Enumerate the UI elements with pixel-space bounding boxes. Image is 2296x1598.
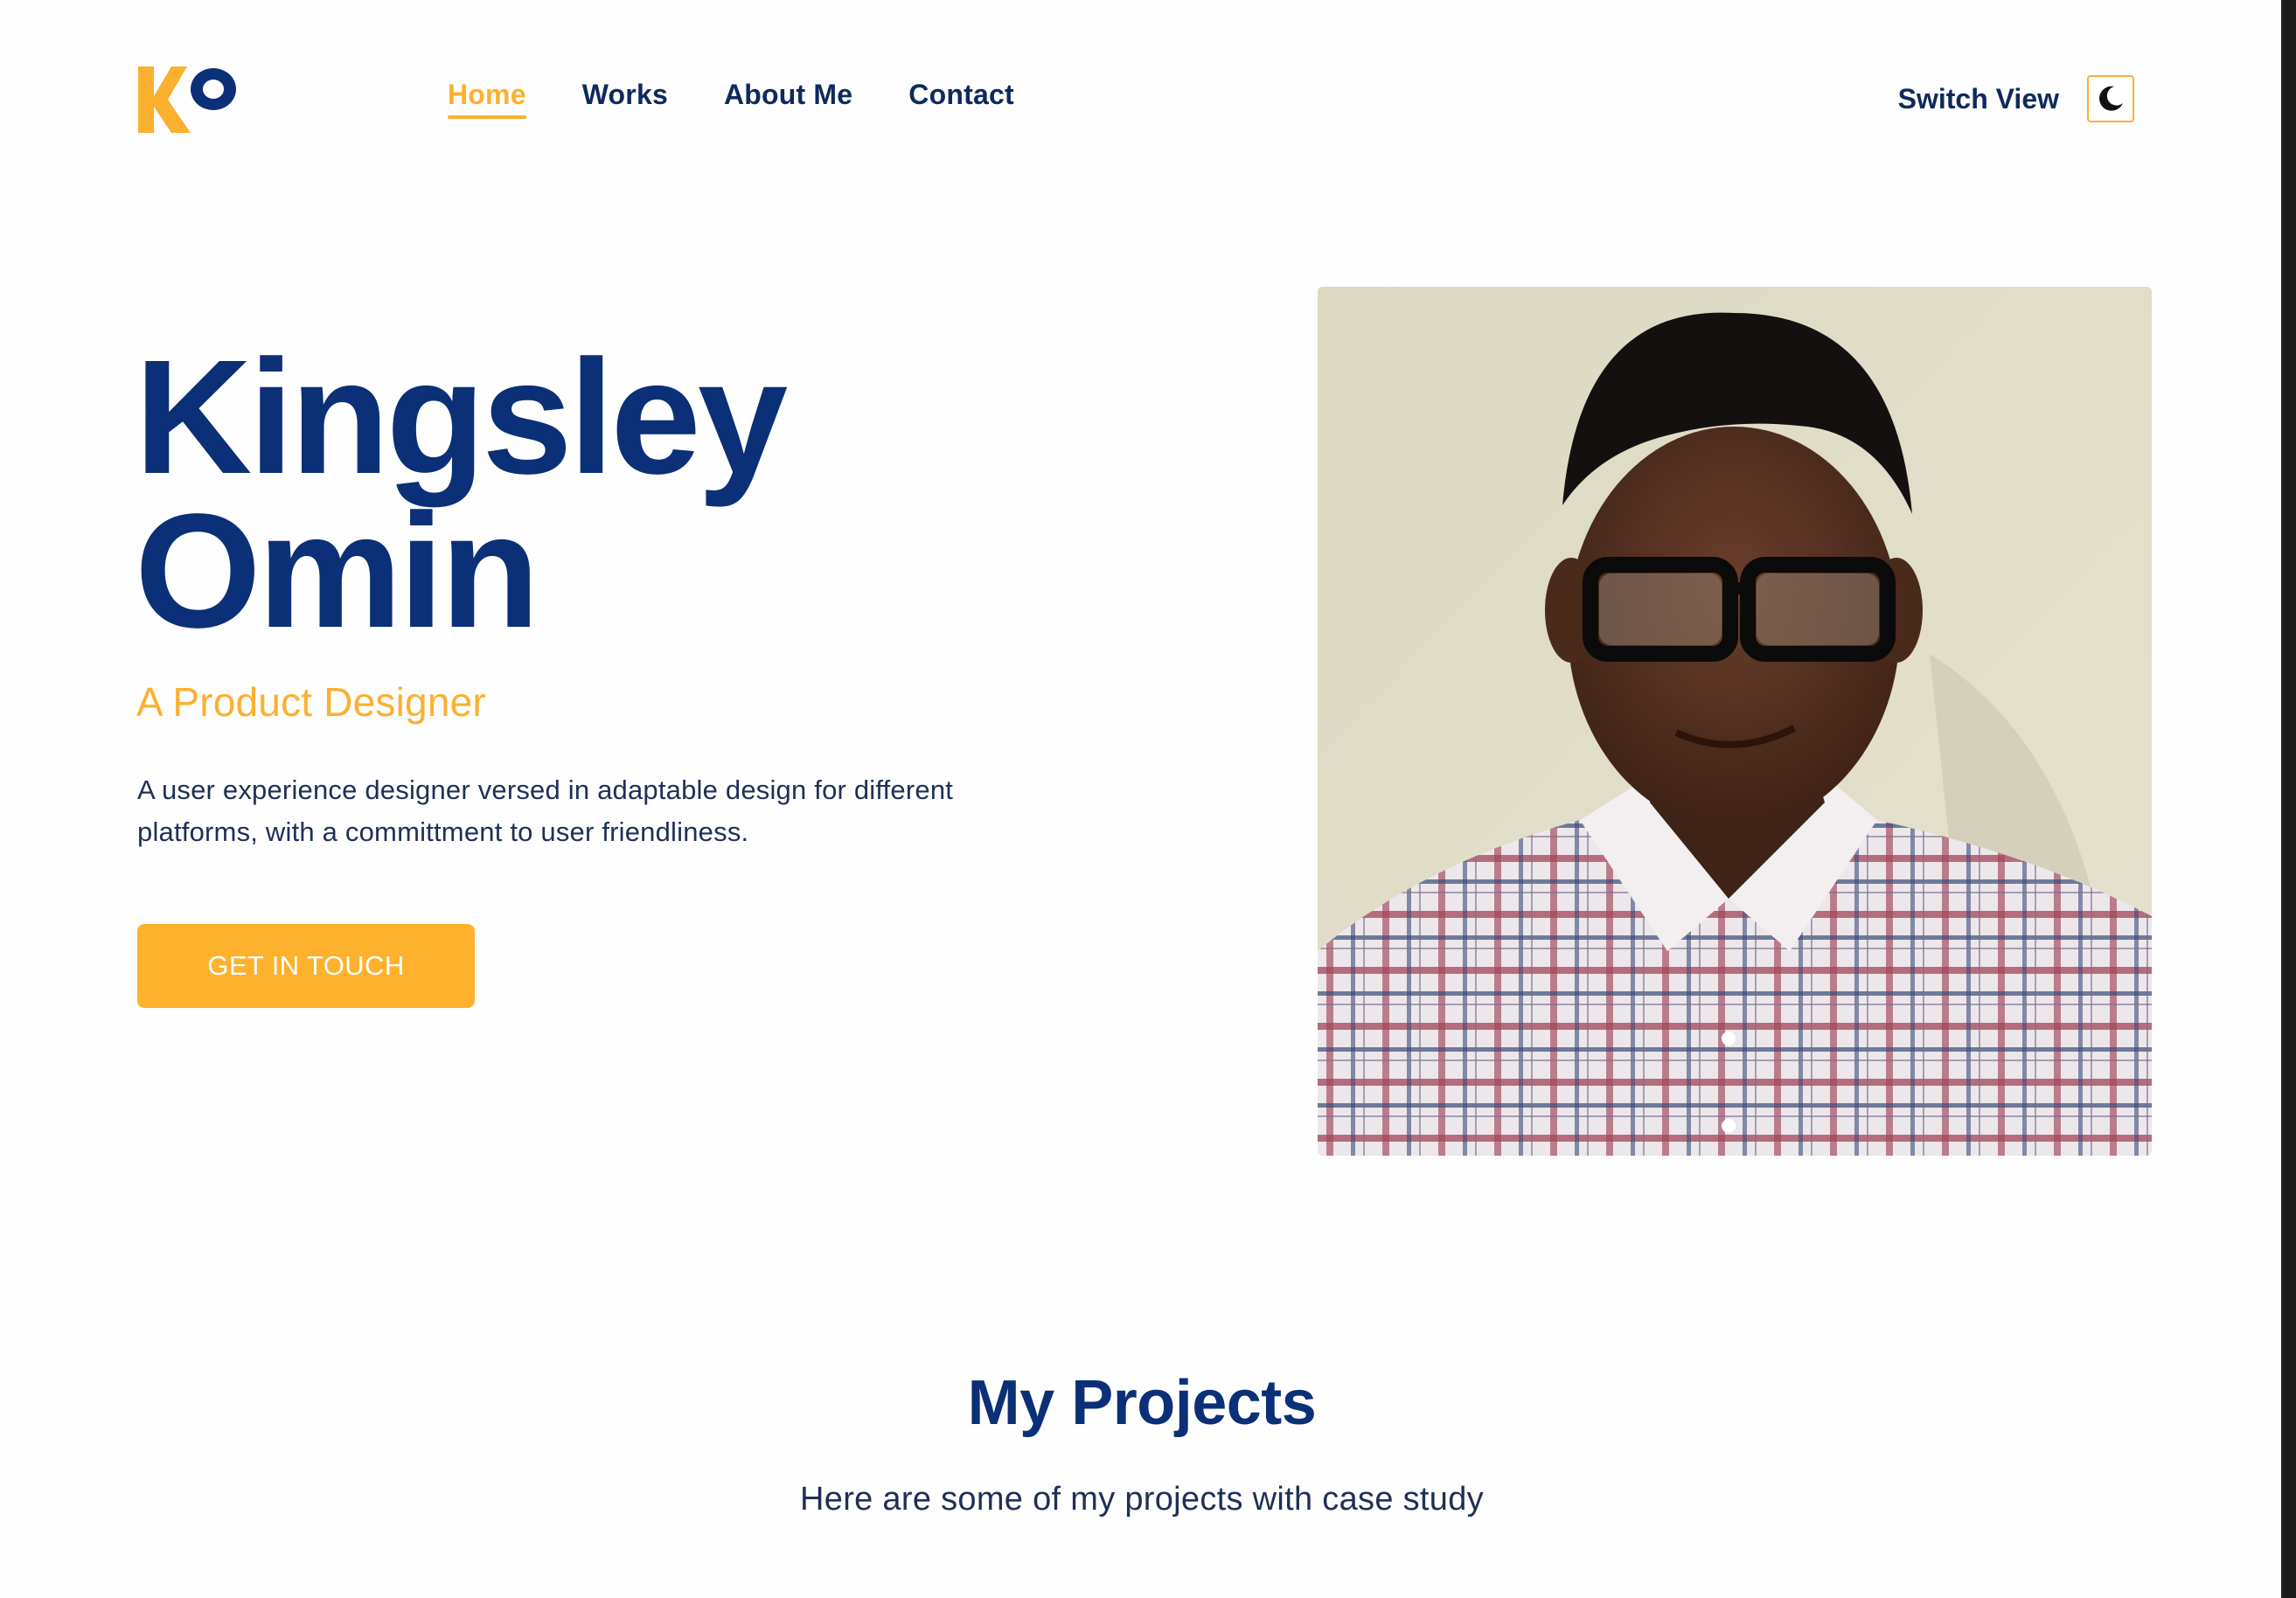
moon-icon [2099, 86, 2123, 111]
hero-name: Kingsley Omin [135, 327, 788, 662]
ko-logo-icon [138, 66, 236, 133]
hero-role: A Product Designer [136, 679, 486, 725]
switch-view-label: Switch View [1897, 83, 2059, 115]
page: Home Works About Me Contact Switch View … [0, 0, 2284, 1598]
logo[interactable] [136, 65, 240, 135]
profile-photo [1318, 287, 2152, 1156]
nav-item-home[interactable]: Home [448, 75, 526, 119]
hero-last-name: Omin [135, 481, 539, 662]
switch-view: Switch View [1898, 72, 2134, 126]
nav-item-works[interactable]: Works [582, 75, 668, 114]
get-in-touch-button[interactable]: GET IN TOUCH [137, 924, 475, 1008]
hero-first-name: Kingsley [135, 327, 788, 508]
projects-title: My Projects [967, 1368, 1317, 1438]
theme-toggle-button[interactable] [2087, 75, 2134, 122]
nav-item-contact[interactable]: Contact [908, 75, 1014, 114]
projects-subtitle: Here are some of my projects with case s… [800, 1481, 1484, 1518]
profile-photo-image [1318, 287, 2152, 1156]
main-nav: Home Works About Me Contact [448, 75, 1070, 119]
hero-description: A user experience designer versed in ada… [137, 775, 954, 847]
nav-item-about-me[interactable]: About Me [724, 75, 852, 114]
